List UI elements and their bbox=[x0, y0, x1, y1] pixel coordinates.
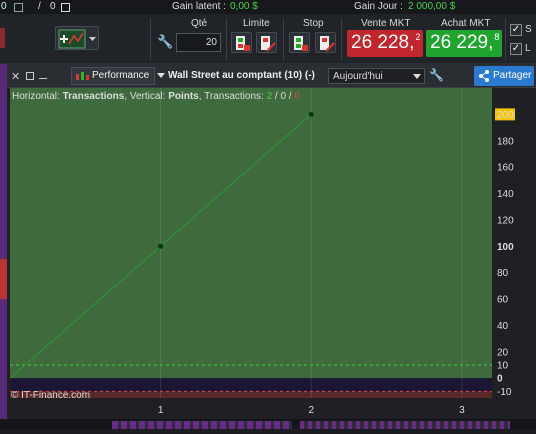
instrument-label[interactable]: Wall Street au comptant (10) (-) bbox=[168, 70, 315, 81]
quantity-input[interactable] bbox=[176, 33, 221, 52]
limit-buy-button[interactable] bbox=[231, 32, 252, 53]
buy-price-decimal: 8 bbox=[494, 32, 500, 42]
stop-buy-button[interactable] bbox=[289, 32, 310, 53]
y-tick-label: 180 bbox=[497, 136, 514, 147]
tx-loss-count: 0 bbox=[294, 91, 300, 102]
buy-price-main: 26 229, bbox=[430, 32, 494, 53]
vertical-value: Points bbox=[168, 91, 199, 102]
y-tick-label: 10 bbox=[497, 361, 509, 372]
maximize-icon[interactable] bbox=[26, 72, 34, 80]
data-point bbox=[158, 243, 164, 249]
close-icon[interactable]: ✕ bbox=[11, 70, 20, 83]
settings-wrench-icon[interactable]: 🔧 bbox=[429, 68, 444, 82]
sell-price-main: 26 228, bbox=[351, 32, 415, 53]
transactions-label: , Transactions: bbox=[198, 91, 267, 102]
status-bar: 0 / 0 Gain latent : 0,00 $ Gain Jour : 2… bbox=[0, 0, 536, 14]
chevron-down-icon bbox=[413, 74, 421, 79]
y-tick-label: -10 bbox=[497, 387, 512, 398]
limit-sell-icon bbox=[261, 36, 276, 52]
y-tick-label: 80 bbox=[497, 268, 509, 279]
buy-label: Achat MKT bbox=[441, 18, 491, 29]
performance-window: ✕ Performance Wall Street au comptant (1… bbox=[7, 64, 536, 429]
qty-label: Qté bbox=[191, 18, 208, 29]
check-l-label: L bbox=[525, 43, 531, 54]
candlestick-icon bbox=[76, 72, 89, 80]
minimize-icon[interactable] bbox=[39, 78, 47, 79]
y-tick-label: 0 bbox=[497, 374, 503, 385]
instrument-dropdown-arrow[interactable] bbox=[157, 73, 165, 78]
buy-market-button[interactable]: 26 229,8 bbox=[426, 30, 502, 57]
x-tick-label: 3 bbox=[459, 405, 465, 416]
performance-label: Performance bbox=[92, 70, 150, 81]
sell-price: 26 228,2 bbox=[351, 32, 420, 54]
window-titlebar: ✕ Performance Wall Street au comptant (1… bbox=[7, 64, 536, 88]
limit-label: Limite bbox=[243, 18, 270, 29]
y-tick-label: 200 bbox=[497, 110, 514, 121]
positive-region bbox=[10, 88, 492, 379]
y-tick-label: 100 bbox=[497, 242, 514, 253]
chart-svg: 20018016014012010080604020100-101 2 3 bbox=[7, 88, 536, 429]
y-tick-label: 160 bbox=[497, 163, 514, 174]
counter-a: 0 bbox=[1, 1, 7, 12]
share-icon bbox=[479, 70, 489, 82]
performance-button[interactable]: Performance bbox=[71, 67, 155, 85]
x-tick-label: 2 bbox=[308, 405, 314, 416]
stop-sell-icon bbox=[320, 36, 335, 52]
sell-label: Vente MKT bbox=[361, 18, 411, 29]
period-value: Aujourd'hui bbox=[333, 71, 383, 82]
gain-latent-value: 0,00 $ bbox=[230, 1, 258, 12]
stop-buy-icon bbox=[294, 36, 308, 51]
stop-label: Stop bbox=[303, 18, 324, 29]
x-tick-label: 1 bbox=[158, 405, 164, 416]
y-tick-label: 40 bbox=[497, 321, 509, 332]
chart-info-line: Horizontal: Transactions, Vertical: Poin… bbox=[12, 91, 300, 102]
horizontal-label: Horizontal: bbox=[12, 91, 63, 102]
chart-plus-icon bbox=[58, 29, 96, 49]
data-point bbox=[308, 111, 314, 117]
sell-price-decimal: 2 bbox=[415, 32, 421, 42]
y-tick-label: 20 bbox=[497, 347, 509, 358]
vertical-label: , Vertical: bbox=[124, 91, 169, 102]
check-s-label: S bbox=[525, 24, 532, 35]
gain-latent-label: Gain latent : bbox=[172, 1, 226, 12]
share-label: Partager bbox=[493, 70, 532, 81]
y-tick-label: 120 bbox=[497, 215, 514, 226]
sell-market-button[interactable]: 26 228,2 bbox=[347, 30, 423, 57]
limit-buy-icon bbox=[236, 36, 250, 51]
left-edge-marker bbox=[0, 28, 5, 48]
period-select[interactable]: Aujourd'hui bbox=[328, 68, 425, 84]
chart-tool-button[interactable] bbox=[55, 26, 99, 50]
horizontal-value: Transactions bbox=[62, 91, 125, 102]
buy-price: 26 229,8 bbox=[430, 32, 499, 54]
share-button[interactable]: Partager bbox=[474, 66, 534, 86]
gain-jour-value: 2 000,00 $ bbox=[408, 1, 456, 12]
y-tick-label: 140 bbox=[497, 189, 514, 200]
gain-jour-label: Gain Jour : bbox=[354, 1, 403, 12]
check-s-box[interactable]: ✓ bbox=[510, 24, 522, 36]
order-toolbar: 🔧 Qté Limite Stop Vente MKT 26 228,2 Ach… bbox=[0, 14, 536, 64]
wrench-icon[interactable]: 🔧 bbox=[157, 34, 173, 50]
check-l-box[interactable]: ✓ bbox=[510, 43, 522, 55]
y-tick-label: 60 bbox=[497, 295, 509, 306]
separator: / bbox=[38, 1, 41, 12]
limit-sell-button[interactable] bbox=[256, 32, 277, 53]
counter-b: 0 bbox=[50, 1, 56, 12]
performance-chart[interactable]: 200 180 160 140 120 100 80 60 40 20 10 0 -10 1 2 3 Hori… bbox=[7, 88, 536, 429]
watermark: © IT-Finance.com bbox=[11, 390, 91, 401]
bottom-strip bbox=[0, 419, 536, 429]
settings-icon[interactable] bbox=[61, 3, 70, 12]
grid-icon bbox=[14, 3, 23, 12]
stop-sell-button[interactable] bbox=[315, 32, 336, 53]
